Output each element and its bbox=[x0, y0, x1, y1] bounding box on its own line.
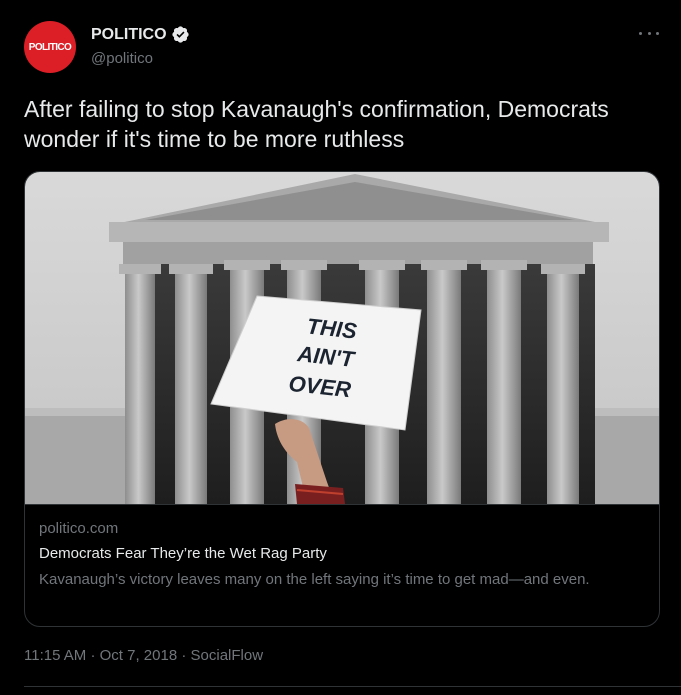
author-name-row: POLITICO bbox=[91, 25, 190, 44]
tweet-date[interactable]: Oct 7, 2018 bbox=[100, 647, 178, 664]
divider bbox=[24, 686, 681, 687]
supreme-court-photo: THIS AIN'T OVER bbox=[25, 172, 659, 504]
more-dot bbox=[656, 31, 659, 35]
more-dot bbox=[639, 31, 642, 35]
card-title: Democrats Fear They’re the Wet Rag Party bbox=[39, 545, 327, 562]
link-card[interactable]: THIS AIN'T OVER politico.com Democrats F… bbox=[24, 171, 660, 627]
more-dot bbox=[647, 31, 651, 35]
card-image[interactable]: THIS AIN'T OVER bbox=[25, 172, 659, 505]
verified-badge-icon bbox=[171, 26, 189, 43]
tweet-source[interactable]: SocialFlow bbox=[191, 647, 264, 664]
sign-line-1: THIS bbox=[306, 313, 359, 343]
card-description: Kavanaugh’s victory leaves many on the l… bbox=[39, 571, 590, 588]
more-options-icon[interactable] bbox=[639, 28, 659, 38]
author-handle[interactable]: @politico bbox=[91, 50, 153, 67]
avatar-logo-text: POLITICO bbox=[28, 41, 72, 53]
card-domain: politico.com bbox=[39, 520, 119, 537]
meta-separator: · bbox=[181, 647, 187, 664]
tweet-text: After failing to stop Kavanaugh's confir… bbox=[24, 96, 609, 152]
author-name[interactable]: POLITICO bbox=[91, 26, 167, 44]
avatar[interactable]: POLITICO bbox=[24, 21, 76, 73]
tweet-time[interactable]: 11:15 AM bbox=[24, 647, 86, 664]
tweet-meta: 11:15 AM · Oct 7, 2018 · SocialFlow bbox=[24, 647, 263, 664]
meta-separator: · bbox=[90, 647, 96, 664]
